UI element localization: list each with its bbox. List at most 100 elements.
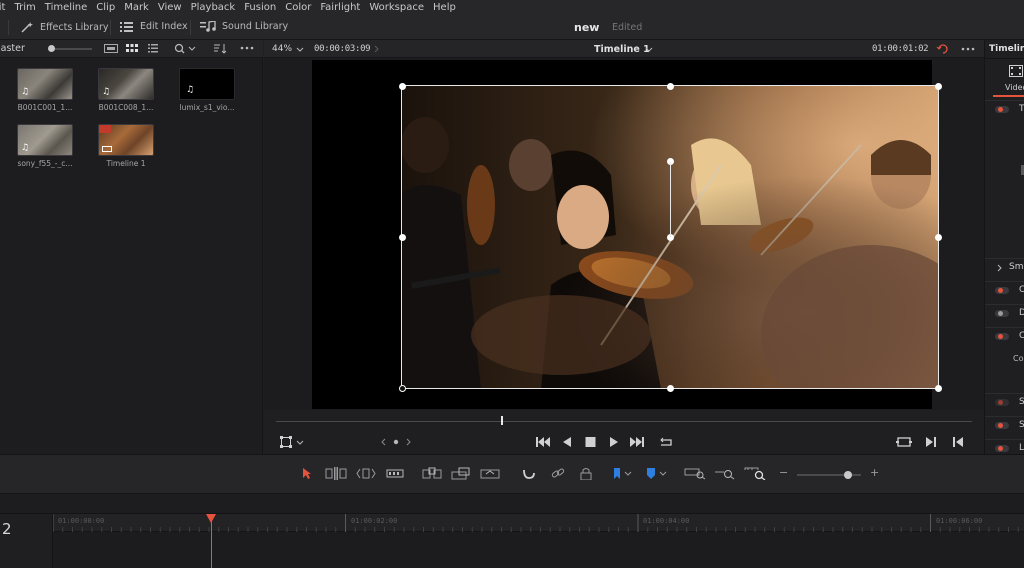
film-icon[interactable] (1009, 65, 1023, 77)
loop-playback-icon[interactable] (936, 43, 950, 55)
menu-timeline[interactable]: Timeline (45, 2, 88, 13)
more-options-icon[interactable] (961, 47, 975, 51)
enable-toggle[interactable] (995, 422, 1009, 429)
clip-item[interactable]: ♫ lumix_s1_vio... (172, 68, 242, 112)
menu-workspace[interactable]: Workspace (369, 2, 424, 13)
detail-zoom-icon[interactable] (714, 467, 736, 480)
menu-trim[interactable]: Trim (14, 2, 35, 13)
clip-name: B001C008_1... (98, 103, 154, 112)
search-icon[interactable] (174, 43, 196, 54)
play-icon[interactable] (609, 436, 619, 448)
zoom-in-icon[interactable]: + (870, 466, 879, 479)
go-to-start-icon[interactable] (536, 436, 550, 448)
enable-toggle[interactable] (995, 333, 1009, 340)
clip-item[interactable]: ♫ B001C001_1... (10, 68, 80, 112)
zoom-out-icon[interactable]: − (779, 466, 788, 479)
transform-handle[interactable] (398, 82, 406, 90)
chevron-down-icon[interactable] (645, 47, 653, 52)
inspector-section-speed[interactable]: S (985, 393, 1024, 411)
transform-handle[interactable] (934, 233, 942, 241)
inspector-section-smart-reframe[interactable]: Sma (985, 258, 1024, 276)
timeline-playhead[interactable] (211, 518, 212, 568)
inspector-section-lens[interactable]: L (985, 439, 1024, 454)
enable-toggle[interactable] (995, 310, 1009, 317)
insert-clip-icon[interactable] (422, 467, 442, 480)
trim-tool-icon[interactable] (325, 467, 347, 480)
inspector-section-cropping[interactable]: C (985, 281, 1024, 299)
marker-icon[interactable] (645, 467, 667, 480)
selection-tool-icon[interactable] (302, 467, 312, 480)
overwrite-clip-icon[interactable] (451, 467, 471, 480)
sound-library-button[interactable]: Sound Library (200, 21, 288, 32)
enable-toggle[interactable] (995, 399, 1009, 406)
previous-edit-icon[interactable] (952, 436, 964, 448)
slider-knob[interactable] (48, 45, 55, 52)
snapping-icon[interactable] (522, 467, 536, 480)
menu-help[interactable]: Help (433, 2, 456, 13)
scrub-playhead[interactable] (501, 416, 503, 425)
menu-fairlight[interactable]: Fairlight (320, 2, 360, 13)
inspector-section-dynamic-zoom[interactable]: D (985, 304, 1024, 322)
transform-handle[interactable] (398, 384, 406, 392)
clip-item[interactable]: ♫ B001C008_1... (91, 68, 161, 112)
transform-mode-icon[interactable] (280, 436, 304, 448)
menu-edit[interactable]: lit (0, 2, 5, 13)
replace-clip-icon[interactable] (480, 467, 500, 480)
blade-tool-icon[interactable] (386, 467, 404, 480)
stop-icon[interactable] (585, 436, 596, 448)
tab-video[interactable]: Video (1005, 83, 1024, 92)
position-lock-icon[interactable] (580, 467, 592, 480)
clip-item[interactable]: Timeline 1 (91, 124, 161, 168)
linked-selection-icon[interactable] (551, 467, 565, 480)
scrub-bar[interactable] (264, 410, 984, 432)
edit-index-button[interactable]: Edit Index (120, 21, 188, 32)
more-options-icon[interactable] (240, 46, 254, 50)
play-reverse-icon[interactable] (562, 436, 572, 448)
chevron-right-icon[interactable] (374, 45, 380, 53)
next-edit-icon[interactable] (925, 436, 937, 448)
transform-bounding-box[interactable] (398, 82, 942, 392)
list-view-icon[interactable] (148, 43, 158, 54)
transform-handle[interactable] (666, 82, 674, 90)
match-frame-icon[interactable] (896, 436, 912, 448)
timeline-ruler[interactable]: 01:00:00:00 01:00:02:00 01:00:04:00 01:0… (53, 514, 1024, 532)
dynamic-trim-icon[interactable] (356, 467, 376, 480)
go-to-end-icon[interactable] (630, 436, 644, 448)
transform-handle[interactable] (934, 384, 942, 392)
inspector-section-composite[interactable]: C Co (985, 327, 1024, 397)
scrub-track[interactable] (276, 421, 972, 422)
custom-zoom-icon[interactable] (744, 467, 768, 480)
video-frame[interactable] (312, 60, 942, 409)
enable-toggle[interactable] (995, 287, 1009, 294)
enable-toggle[interactable] (995, 445, 1009, 452)
metadata-view-icon[interactable] (104, 43, 118, 54)
menu-fusion[interactable]: Fusion (244, 2, 276, 13)
transform-handle[interactable] (666, 384, 674, 392)
thumbnail-size-slider[interactable] (50, 48, 92, 50)
transform-handle[interactable] (934, 82, 942, 90)
loop-icon[interactable] (658, 436, 674, 448)
zoom-level[interactable]: 44% (272, 44, 292, 54)
flag-icon[interactable] (612, 467, 632, 480)
zoom-slider-knob[interactable] (844, 471, 852, 479)
effects-library-button[interactable]: Effects Library (20, 21, 109, 33)
chevron-right-icon[interactable] (997, 264, 1003, 272)
playhead-marker[interactable] (206, 514, 216, 523)
menu-playback[interactable]: Playback (191, 2, 236, 13)
inspector-section-stabilization[interactable]: S (985, 416, 1024, 434)
thumbnail-view-icon[interactable] (126, 43, 138, 54)
clip-item[interactable]: ♫ sony_f55_-_c... (10, 124, 80, 168)
menu-view[interactable]: View (158, 2, 182, 13)
menu-mark[interactable]: Mark (124, 2, 149, 13)
timeline-name[interactable]: Timeline 1 (594, 44, 650, 55)
menu-clip[interactable]: Clip (96, 2, 115, 13)
chevron-down-icon[interactable] (296, 47, 304, 52)
video-track-area[interactable] (53, 532, 1024, 568)
sort-icon[interactable] (214, 43, 228, 54)
inspector-section-transform[interactable]: T (985, 100, 1024, 265)
clip-navigation-icon[interactable] (380, 436, 414, 448)
enable-toggle[interactable] (995, 106, 1009, 113)
menu-color[interactable]: Color (285, 2, 311, 13)
full-extent-zoom-icon[interactable] (684, 467, 706, 480)
transform-handle[interactable] (398, 233, 406, 241)
